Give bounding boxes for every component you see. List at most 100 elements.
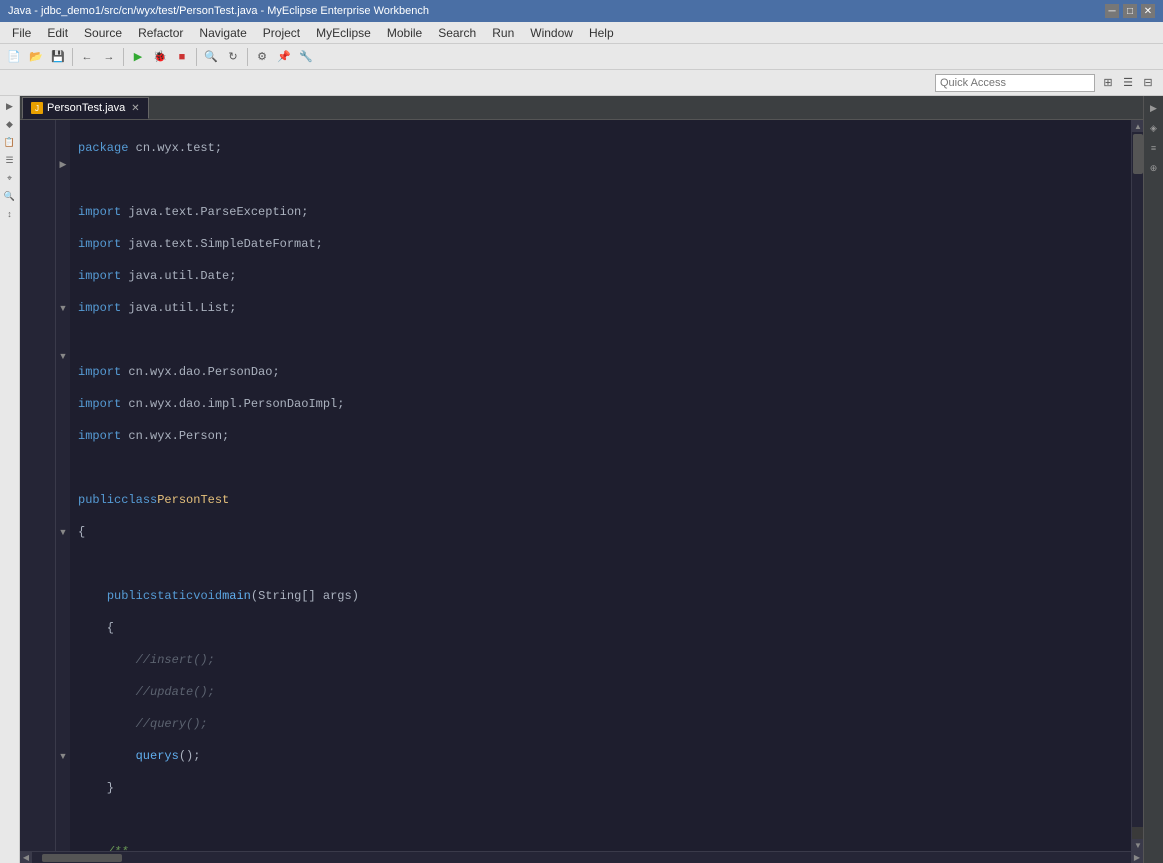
right-sidebar-icon-4[interactable]: ⊕ — [1146, 160, 1162, 176]
editor-tab-persontest[interactable]: J PersonTest.java ✕ — [22, 97, 149, 119]
menu-navigate[interactable]: Navigate — [191, 24, 254, 42]
menu-project[interactable]: Project — [255, 24, 308, 42]
toolbar-open-btn[interactable]: 📂 — [26, 47, 46, 67]
line-num-blank-20 — [20, 428, 49, 444]
toolbar-new-btn[interactable]: 📄 — [4, 47, 24, 67]
toolbar-debug-btn[interactable]: 🐞 — [150, 47, 170, 67]
toolbar-fwd-btn[interactable]: → — [99, 47, 119, 67]
line-num-blank-38 — [20, 716, 49, 732]
sidebar-icon-6[interactable]: 🔍 — [2, 188, 18, 204]
qa-icon-1[interactable]: ⊞ — [1099, 74, 1117, 92]
fold-11 — [56, 284, 70, 300]
line-num-blank-1 — [20, 124, 49, 140]
right-sidebar-icon-3[interactable]: ≡ — [1146, 140, 1162, 156]
toolbar-save-btn[interactable]: 💾 — [48, 47, 68, 67]
fold-21 — [56, 444, 70, 460]
fold-39 — [56, 732, 70, 748]
code-line-3: import java.text.ParseException; — [70, 204, 1131, 220]
toolbar-extra2[interactable]: 📌 — [274, 47, 294, 67]
menu-search[interactable]: Search — [430, 24, 484, 42]
bottom-scrollbar[interactable]: ◀ ▶ — [20, 851, 1143, 863]
code-line-18: //update(); — [70, 684, 1131, 700]
code-line-10: import cn.wyx.Person; — [70, 428, 1131, 444]
toolbar-back-btn[interactable]: ← — [77, 47, 97, 67]
line-num-blank-9 — [20, 252, 49, 268]
code-line-2 — [70, 172, 1131, 188]
qa-icon-2[interactable]: ☰ — [1119, 74, 1137, 92]
code-line-8: import cn.wyx.dao.PersonDao; — [70, 364, 1131, 380]
scroll-down-arrow[interactable]: ▼ — [1132, 839, 1143, 851]
code-editor[interactable]: ▶ ▼ ▼ — [20, 120, 1143, 851]
sidebar-icon-5[interactable]: ⌖ — [2, 170, 18, 186]
fold-26[interactable]: ▼ — [56, 524, 70, 540]
line-num-blank-11 — [20, 284, 49, 300]
sidebar-icon-4[interactable]: ☰ — [2, 152, 18, 168]
code-line-11 — [70, 460, 1131, 476]
line-num-blank-37 — [20, 700, 49, 716]
menu-refactor[interactable]: Refactor — [130, 24, 191, 42]
sidebar-icon-7[interactable]: ↕ — [2, 206, 18, 222]
sidebar-icon-2[interactable]: ◆ — [2, 116, 18, 132]
line-num-blank-3 — [20, 156, 49, 172]
code-line-23: /** — [70, 844, 1131, 851]
scroll-right-arrow[interactable]: ▶ — [1131, 852, 1143, 863]
line-num-blank-41 — [20, 764, 49, 780]
fold-22 — [56, 460, 70, 476]
menu-window[interactable]: Window — [522, 24, 581, 42]
toolbar-extra1[interactable]: ⚙ — [252, 47, 272, 67]
fold-5 — [56, 188, 70, 204]
close-button[interactable]: ✕ — [1141, 4, 1155, 18]
toolbar-stop-btn[interactable]: ■ — [172, 47, 192, 67]
fold-40[interactable]: ▼ — [56, 748, 70, 764]
sidebar-icon-1[interactable]: ▶ — [2, 98, 18, 114]
code-content[interactable]: package cn.wyx.test; import java.text.Pa… — [70, 120, 1131, 851]
fold-13 — [56, 316, 70, 332]
scroll-up-arrow[interactable]: ▲ — [1132, 120, 1143, 132]
line-num-blank-19 — [20, 412, 49, 428]
scroll-left-arrow[interactable]: ◀ — [20, 852, 32, 863]
title-bar: Java - jdbc_demo1/src/cn/wyx/test/Person… — [0, 0, 1163, 22]
line-num-blank-13 — [20, 316, 49, 332]
left-sidebar: ▶ ◆ 📋 ☰ ⌖ 🔍 ↕ — [0, 96, 20, 863]
scroll-right-indicator — [1132, 827, 1143, 839]
menu-mobile[interactable]: Mobile — [379, 24, 430, 42]
toolbar-extra3[interactable]: 🔧 — [296, 47, 316, 67]
right-sidebar-icon-1[interactable]: ▶ — [1146, 100, 1162, 116]
maximize-button[interactable]: □ — [1123, 4, 1137, 18]
menu-myeclipse[interactable]: MyEclipse — [308, 24, 379, 42]
sidebar-icon-3[interactable]: 📋 — [2, 134, 18, 150]
line-num-blank-2 — [20, 140, 49, 156]
toolbar-ref-btn[interactable]: ↻ — [223, 47, 243, 67]
h-scroll-thumb[interactable] — [42, 854, 122, 862]
minimize-button[interactable]: ─ — [1105, 4, 1119, 18]
toolbar-search-btn[interactable]: 🔍 — [201, 47, 221, 67]
toolbar-run-btn[interactable]: ▶ — [128, 47, 148, 67]
fold-15[interactable]: ▼ — [56, 348, 70, 364]
menu-edit[interactable]: Edit — [39, 24, 76, 42]
scrollbar-thumb[interactable] — [1133, 134, 1143, 174]
line-num-blank-28 — [20, 556, 49, 572]
fold-41 — [56, 764, 70, 780]
code-line-5: import java.util.Date; — [70, 268, 1131, 284]
menu-source[interactable]: Source — [76, 24, 130, 42]
fold-14 — [56, 332, 70, 348]
quick-access-input[interactable] — [935, 74, 1095, 92]
right-sidebar-icon-2[interactable]: ◈ — [1146, 120, 1162, 136]
toolbar-sep-1 — [72, 48, 73, 66]
code-line-13: { — [70, 524, 1131, 540]
tab-close-btn[interactable]: ✕ — [131, 103, 139, 114]
menu-help[interactable]: Help — [581, 24, 622, 42]
tab-java-icon: J — [31, 102, 43, 114]
code-line-16: { — [70, 620, 1131, 636]
qa-icon-3[interactable]: ⊟ — [1139, 74, 1157, 92]
right-scrollbar[interactable]: ▲ ▼ — [1131, 120, 1143, 851]
code-line-12: public class PersonTest — [70, 492, 1131, 508]
fold-38 — [56, 716, 70, 732]
fold-37 — [56, 700, 70, 716]
code-line-7 — [70, 332, 1131, 348]
menu-file[interactable]: File — [4, 24, 39, 42]
fold-3[interactable]: ▶ — [56, 156, 70, 172]
fold-12[interactable]: ▼ — [56, 300, 70, 316]
fold-33 — [56, 636, 70, 652]
menu-run[interactable]: Run — [484, 24, 522, 42]
